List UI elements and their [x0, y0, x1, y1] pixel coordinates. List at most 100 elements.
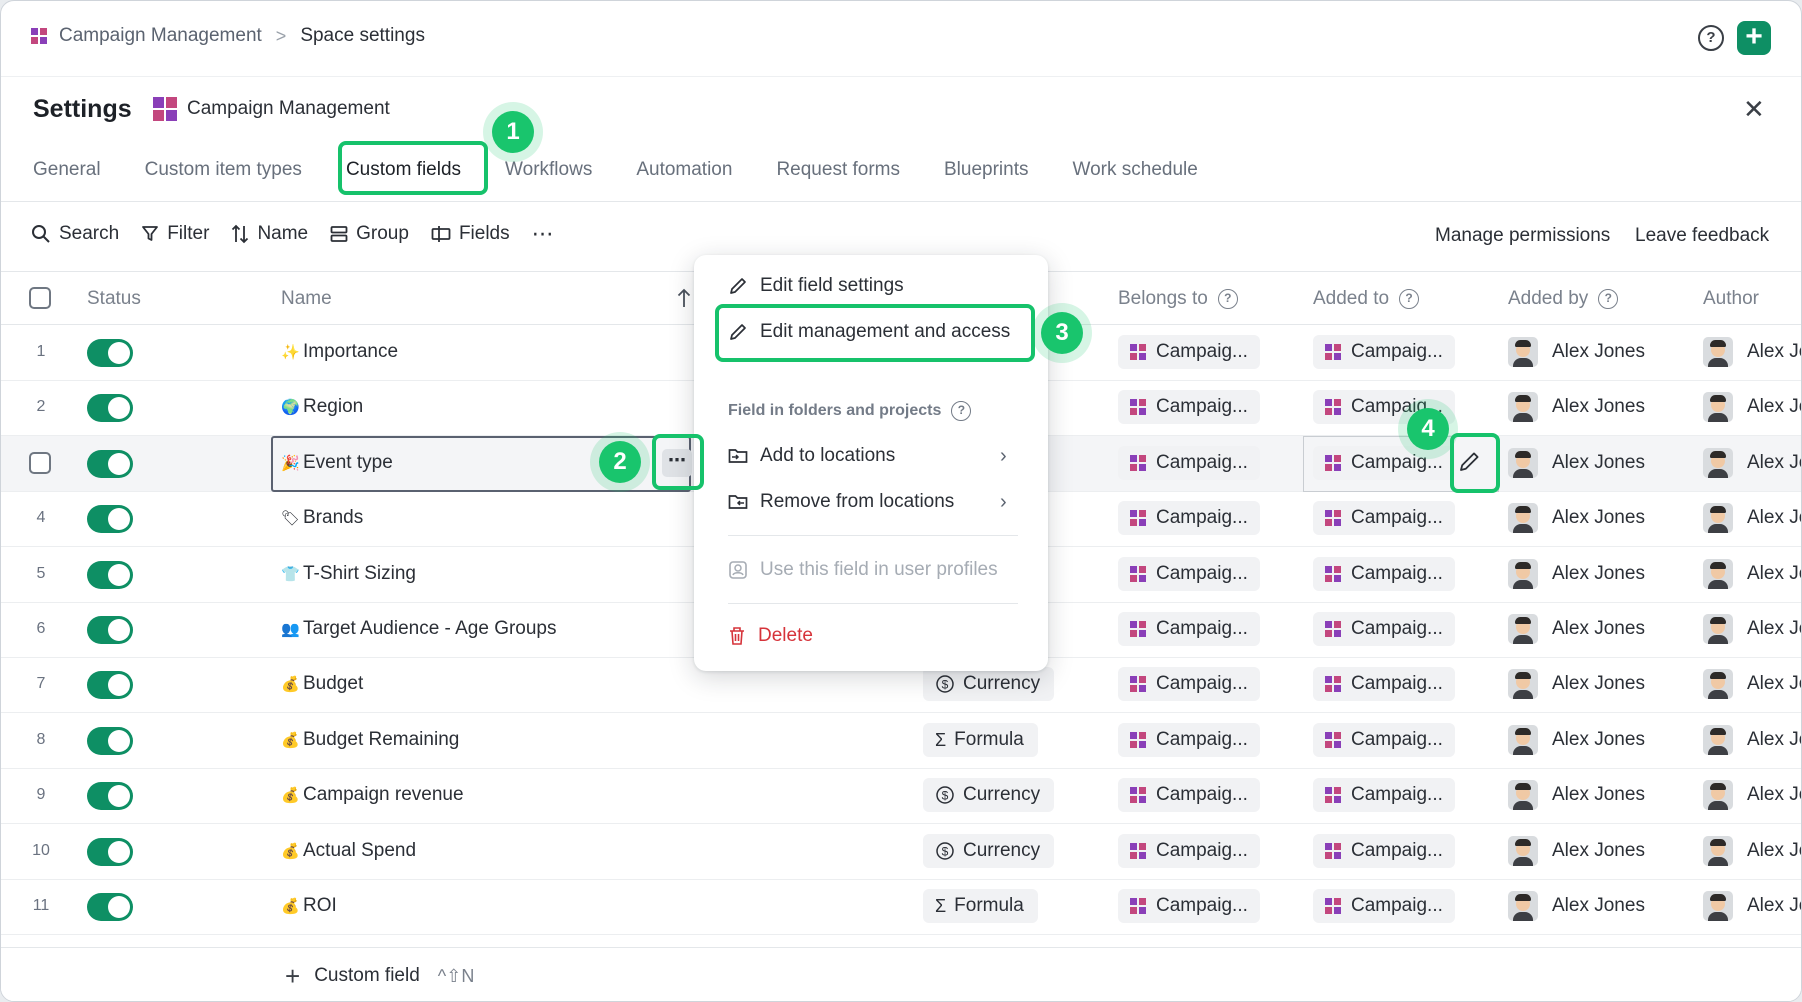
status-toggle[interactable] [87, 893, 133, 921]
sort-button[interactable]: Name [231, 223, 308, 245]
added-by-person: Alex Jones [1508, 337, 1645, 367]
belongs-to-chip[interactable]: Campaig... [1118, 889, 1260, 923]
added-to-chip[interactable]: Campaig... [1313, 501, 1455, 535]
currency-icon: $ [936, 786, 954, 804]
menu-item-delete[interactable]: Delete [728, 625, 813, 647]
sort-arrow-up-icon[interactable] [677, 288, 691, 308]
space-logo-icon [1325, 399, 1341, 415]
tab-automation[interactable]: Automation [636, 155, 732, 185]
menu-item-edit-field-settings[interactable]: Edit field settings [728, 275, 904, 297]
added-to-chip[interactable]: Campaig... [1313, 446, 1455, 480]
row-checkbox[interactable] [29, 452, 51, 474]
tab-custom-item-types[interactable]: Custom item types [145, 155, 302, 185]
column-name[interactable]: Name [281, 288, 332, 310]
menu-item-remove-from-locations[interactable]: Remove from locations [728, 491, 954, 513]
field-name[interactable]: 🌍 Region [281, 396, 363, 418]
column-added-to[interactable]: Added to? [1313, 288, 1420, 310]
status-toggle[interactable] [87, 782, 133, 810]
belongs-to-label: Campaig... [1156, 563, 1248, 584]
tab-blueprints[interactable]: Blueprints [944, 155, 1029, 185]
status-toggle[interactable] [87, 339, 133, 367]
field-name[interactable]: 👕 T-Shirt Sizing [281, 563, 416, 585]
group-button[interactable]: Group [330, 223, 409, 245]
add-custom-field-button[interactable]: + Custom field ^⇧N [285, 963, 474, 989]
section-title-label: Field in folders and projects [728, 402, 942, 419]
table-row[interactable]: 9 💰 Campaign revenue $ Currency Campaig... Cam… [1, 768, 1801, 824]
field-name[interactable]: 💰 Budget [281, 673, 363, 695]
status-toggle[interactable] [87, 671, 133, 699]
close-icon[interactable]: ✕ [1743, 96, 1765, 122]
column-status[interactable]: Status [87, 288, 141, 310]
field-emoji: 🌍 [281, 399, 300, 416]
status-toggle[interactable] [87, 727, 133, 755]
added-to-chip[interactable]: Campaig... [1313, 667, 1455, 701]
folder-add-icon [728, 449, 748, 463]
help-icon[interactable]: ? [1698, 25, 1724, 51]
added-to-chip[interactable]: Campaig... [1313, 889, 1455, 923]
table-row[interactable]: 10 💰 Actual Spend $ Currency Campaig... Campai… [1, 824, 1801, 880]
column-added-by[interactable]: Added by? [1508, 288, 1619, 310]
belongs-to-chip[interactable]: Campaig... [1118, 446, 1260, 480]
field-name[interactable]: 👥 Target Audience - Age Groups [281, 618, 557, 640]
status-toggle[interactable] [87, 838, 133, 866]
added-to-label: Campaig... [1351, 618, 1443, 639]
tab-work-schedule[interactable]: Work schedule [1073, 155, 1198, 185]
field-name[interactable]: 🎉 Event type [281, 452, 393, 474]
added-to-chip[interactable]: Campaig... [1313, 557, 1455, 591]
belongs-to-chip[interactable]: Campaig... [1118, 501, 1260, 535]
belongs-to-chip[interactable]: Campaig... [1118, 667, 1260, 701]
avatar [1703, 836, 1733, 866]
added-to-chip[interactable]: Campaig... [1313, 612, 1455, 646]
belongs-to-chip[interactable]: Campaig... [1118, 778, 1260, 812]
added-to-chip[interactable]: Campaig... [1313, 723, 1455, 757]
status-toggle[interactable] [87, 505, 133, 533]
field-name[interactable]: 💰 Campaign revenue [281, 784, 464, 806]
help-icon[interactable]: ? [1598, 289, 1619, 309]
tab-general[interactable]: General [33, 155, 101, 185]
field-emoji: 💰 [281, 843, 300, 860]
more-options-button[interactable]: ⋯ [532, 223, 555, 245]
belongs-to-chip[interactable]: Campaig... [1118, 557, 1260, 591]
sort-icon [232, 224, 249, 244]
fields-button[interactable]: Fields [431, 223, 510, 245]
field-name[interactable]: 💰 Actual Spend [281, 840, 416, 862]
belongs-to-chip[interactable]: Campaig... [1118, 612, 1260, 646]
status-toggle[interactable] [87, 450, 133, 478]
column-author[interactable]: Author [1703, 288, 1759, 310]
status-toggle[interactable] [87, 394, 133, 422]
field-name[interactable]: ✨ Importance [281, 341, 398, 363]
belongs-to-chip[interactable]: Campaig... [1118, 834, 1260, 868]
belongs-to-label: Campaig... [1156, 840, 1248, 861]
help-icon[interactable]: ? [1399, 289, 1420, 309]
select-all-checkbox[interactable] [29, 287, 51, 309]
breadcrumb-space-link[interactable]: Campaign Management [59, 25, 262, 47]
added-to-chip[interactable]: Campaig... [1313, 778, 1455, 812]
field-name[interactable]: 💰 Budget Remaining [281, 729, 459, 751]
manage-permissions-link[interactable]: Manage permissions [1435, 225, 1610, 247]
row-number: 6 [36, 620, 46, 637]
leave-feedback-link[interactable]: Leave feedback [1635, 225, 1769, 247]
search-label: Search [59, 223, 120, 244]
help-icon[interactable]: ? [1217, 289, 1238, 309]
menu-item-add-to-locations[interactable]: Add to locations [728, 445, 895, 467]
added-to-label: Campaig... [1351, 729, 1443, 750]
plus-icon[interactable]: + [1737, 21, 1771, 55]
table-row[interactable]: 8 💰 Budget Remaining Σ Formula Campaig... Camp… [1, 713, 1801, 769]
table-row[interactable]: 11 💰 ROI Σ Formula Campaig... Campaig... Alex J… [1, 879, 1801, 935]
belongs-to-chip[interactable]: Campaig... [1118, 390, 1260, 424]
field-name[interactable]: 🏷 Brands [281, 507, 363, 529]
tab-workflows[interactable]: Workflows [505, 155, 592, 185]
search-button[interactable]: Search [31, 223, 119, 245]
tab-request-forms[interactable]: Request forms [776, 155, 900, 185]
column-belongs-to[interactable]: Belongs to? [1118, 288, 1238, 310]
belongs-to-chip[interactable]: Campaig... [1118, 335, 1260, 369]
status-toggle[interactable] [87, 561, 133, 589]
belongs-to-chip[interactable]: Campaig... [1118, 723, 1260, 757]
filter-button[interactable]: Filter [141, 223, 209, 245]
status-toggle[interactable] [87, 616, 133, 644]
added-by-label: Alex Jones [1552, 673, 1645, 694]
help-icon[interactable]: ? [951, 401, 972, 421]
field-name[interactable]: 💰 ROI [281, 895, 337, 917]
added-to-chip[interactable]: Campaig... [1313, 335, 1455, 369]
added-to-chip[interactable]: Campaig... [1313, 834, 1455, 868]
